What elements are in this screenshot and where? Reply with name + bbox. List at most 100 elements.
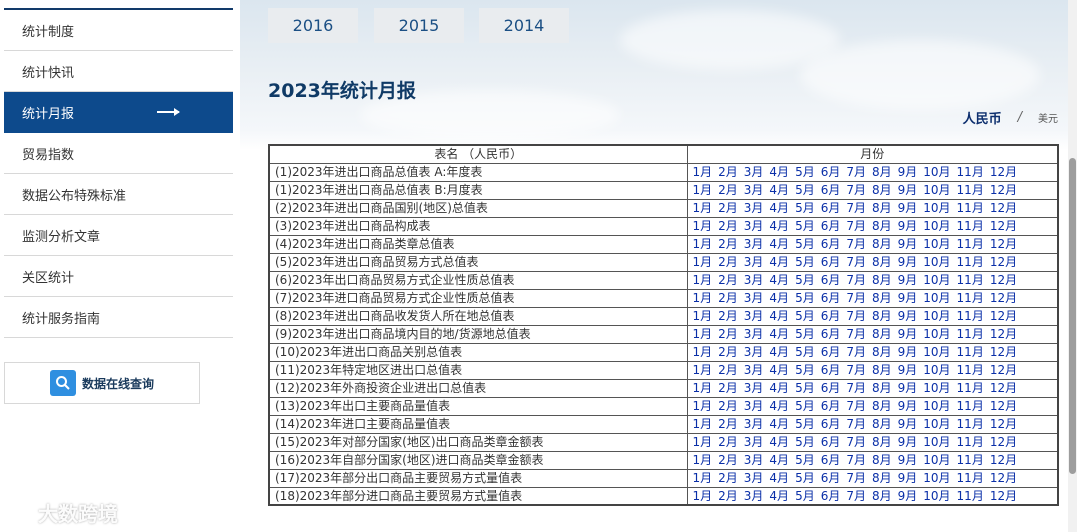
- month-link[interactable]: 2月: [718, 452, 738, 468]
- month-link[interactable]: 1月: [693, 470, 713, 486]
- month-link[interactable]: 6月: [821, 344, 841, 360]
- month-link[interactable]: 8月: [872, 164, 892, 180]
- month-link[interactable]: 1月: [693, 218, 713, 234]
- month-link[interactable]: 5月: [795, 398, 815, 414]
- month-link[interactable]: 6月: [821, 380, 841, 396]
- month-link[interactable]: 12月: [990, 416, 1017, 432]
- month-link[interactable]: 9月: [898, 254, 918, 270]
- month-link[interactable]: 12月: [990, 272, 1017, 288]
- month-link[interactable]: 9月: [898, 344, 918, 360]
- month-link[interactable]: 1月: [693, 326, 713, 342]
- month-link[interactable]: 4月: [769, 362, 789, 378]
- currency-usd-link[interactable]: 美元: [1038, 110, 1058, 125]
- month-link[interactable]: 9月: [898, 380, 918, 396]
- month-link[interactable]: 10月: [923, 272, 950, 288]
- month-link[interactable]: 11月: [957, 470, 984, 486]
- month-link[interactable]: 7月: [846, 380, 866, 396]
- month-link[interactable]: 10月: [923, 398, 950, 414]
- month-link[interactable]: 8月: [872, 398, 892, 414]
- month-link[interactable]: 9月: [898, 488, 918, 504]
- month-link[interactable]: 7月: [846, 290, 866, 306]
- month-link[interactable]: 1月: [693, 434, 713, 450]
- month-link[interactable]: 6月: [821, 398, 841, 414]
- month-link[interactable]: 10月: [923, 470, 950, 486]
- month-link[interactable]: 12月: [990, 326, 1017, 342]
- month-link[interactable]: 8月: [872, 236, 892, 252]
- month-link[interactable]: 6月: [821, 236, 841, 252]
- month-link[interactable]: 10月: [923, 218, 950, 234]
- month-link[interactable]: 7月: [846, 182, 866, 198]
- month-link[interactable]: 5月: [795, 218, 815, 234]
- month-link[interactable]: 12月: [990, 164, 1017, 180]
- sidebar-item-0[interactable]: 统计制度: [4, 10, 233, 51]
- month-link[interactable]: 4月: [769, 218, 789, 234]
- sidebar-item-2[interactable]: 统计月报: [4, 92, 233, 133]
- month-link[interactable]: 1月: [693, 164, 713, 180]
- month-link[interactable]: 6月: [821, 362, 841, 378]
- month-link[interactable]: 2月: [718, 290, 738, 306]
- sidebar-item-4[interactable]: 数据公布特殊标准: [4, 174, 233, 215]
- month-link[interactable]: 11月: [957, 236, 984, 252]
- month-link[interactable]: 7月: [846, 488, 866, 504]
- month-link[interactable]: 11月: [957, 380, 984, 396]
- month-link[interactable]: 7月: [846, 272, 866, 288]
- month-link[interactable]: 10月: [923, 416, 950, 432]
- month-link[interactable]: 4月: [769, 182, 789, 198]
- month-link[interactable]: 9月: [898, 200, 918, 216]
- month-link[interactable]: 10月: [923, 326, 950, 342]
- month-link[interactable]: 10月: [923, 380, 950, 396]
- month-link[interactable]: 12月: [990, 308, 1017, 324]
- month-link[interactable]: 10月: [923, 362, 950, 378]
- month-link[interactable]: 5月: [795, 380, 815, 396]
- month-link[interactable]: 6月: [821, 272, 841, 288]
- month-link[interactable]: 2月: [718, 182, 738, 198]
- month-link[interactable]: 9月: [898, 236, 918, 252]
- month-link[interactable]: 4月: [769, 272, 789, 288]
- month-link[interactable]: 4月: [769, 200, 789, 216]
- month-link[interactable]: 2月: [718, 434, 738, 450]
- month-link[interactable]: 2月: [718, 488, 738, 504]
- month-link[interactable]: 1月: [693, 272, 713, 288]
- month-link[interactable]: 9月: [898, 416, 918, 432]
- month-link[interactable]: 11月: [957, 452, 984, 468]
- month-link[interactable]: 4月: [769, 488, 789, 504]
- month-link[interactable]: 9月: [898, 290, 918, 306]
- month-link[interactable]: 7月: [846, 398, 866, 414]
- month-link[interactable]: 4月: [769, 416, 789, 432]
- month-link[interactable]: 9月: [898, 182, 918, 198]
- month-link[interactable]: 8月: [872, 290, 892, 306]
- month-link[interactable]: 12月: [990, 470, 1017, 486]
- month-link[interactable]: 6月: [821, 218, 841, 234]
- month-link[interactable]: 5月: [795, 452, 815, 468]
- month-link[interactable]: 4月: [769, 398, 789, 414]
- month-link[interactable]: 11月: [957, 200, 984, 216]
- month-link[interactable]: 2月: [718, 164, 738, 180]
- month-link[interactable]: 5月: [795, 488, 815, 504]
- month-link[interactable]: 11月: [957, 434, 984, 450]
- month-link[interactable]: 6月: [821, 452, 841, 468]
- month-link[interactable]: 1月: [693, 344, 713, 360]
- month-link[interactable]: 10月: [923, 344, 950, 360]
- month-link[interactable]: 3月: [744, 218, 764, 234]
- month-link[interactable]: 2月: [718, 218, 738, 234]
- month-link[interactable]: 10月: [923, 308, 950, 324]
- month-link[interactable]: 5月: [795, 200, 815, 216]
- vertical-scrollbar[interactable]: [1068, 0, 1077, 532]
- month-link[interactable]: 9月: [898, 452, 918, 468]
- month-link[interactable]: 8月: [872, 182, 892, 198]
- month-link[interactable]: 5月: [795, 416, 815, 432]
- month-link[interactable]: 9月: [898, 308, 918, 324]
- month-link[interactable]: 5月: [795, 164, 815, 180]
- month-link[interactable]: 3月: [744, 416, 764, 432]
- month-link[interactable]: 11月: [957, 344, 984, 360]
- month-link[interactable]: 3月: [744, 308, 764, 324]
- month-link[interactable]: 1月: [693, 290, 713, 306]
- month-link[interactable]: 2月: [718, 344, 738, 360]
- month-link[interactable]: 11月: [957, 290, 984, 306]
- month-link[interactable]: 3月: [744, 236, 764, 252]
- month-link[interactable]: 9月: [898, 398, 918, 414]
- month-link[interactable]: 11月: [957, 488, 984, 504]
- month-link[interactable]: 12月: [990, 290, 1017, 306]
- month-link[interactable]: 2月: [718, 380, 738, 396]
- month-link[interactable]: 12月: [990, 218, 1017, 234]
